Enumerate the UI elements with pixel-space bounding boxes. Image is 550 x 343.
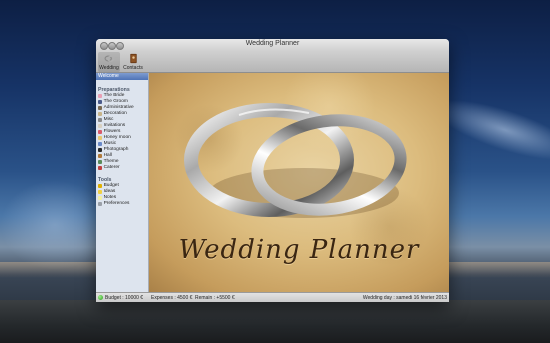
preferences-icon bbox=[98, 202, 102, 206]
wallpaper-cloud bbox=[0, 180, 110, 270]
bride-icon bbox=[98, 94, 102, 98]
decoration-icon bbox=[98, 112, 102, 116]
sidebar-item-label: Budget bbox=[103, 183, 119, 189]
sidebar-item-label: Administrative bbox=[103, 105, 134, 111]
sidebar-item-notes[interactable]: Notes bbox=[98, 195, 148, 201]
sidebar-item-label: Photograph bbox=[103, 147, 129, 153]
logo-text: Wedding Planner bbox=[178, 235, 420, 265]
budget-status: Budget : 10000 € bbox=[105, 295, 144, 301]
sidebar-item-administrative[interactable]: Administrative bbox=[98, 105, 148, 111]
sidebar-item-label: Flowers bbox=[103, 129, 121, 135]
status-bar: Budget : 10000 € Expenses : 4500 € Remai… bbox=[96, 292, 449, 302]
sidebar-item-label: Theme bbox=[103, 159, 119, 165]
sidebar-item-misc[interactable]: Misc bbox=[98, 117, 148, 123]
sidebar-item-flowers[interactable]: Flowers bbox=[98, 129, 148, 135]
sidebar-item-ideas[interactable]: Ideas bbox=[98, 189, 148, 195]
ideas-icon bbox=[98, 190, 102, 194]
sidebar-item-label: Hall bbox=[103, 153, 112, 159]
misc-icon bbox=[98, 118, 102, 122]
sidebar-item-label: Misc bbox=[103, 117, 114, 123]
camera-icon bbox=[98, 148, 102, 152]
toolbar-contacts-label: Contacts bbox=[123, 65, 143, 71]
app-window: Wedding Planner Wedding Contacts Welcome… bbox=[96, 39, 449, 302]
sidebar-item-theme[interactable]: Theme bbox=[98, 159, 148, 165]
sidebar-item-caterer[interactable]: Caterer bbox=[98, 165, 148, 171]
hall-icon bbox=[98, 154, 102, 158]
sidebar-item-preferences[interactable]: Preferences bbox=[98, 201, 148, 207]
remain-status: Remain : +5500 € bbox=[195, 295, 235, 301]
wedding-rings-image bbox=[184, 103, 407, 218]
invitations-icon bbox=[98, 124, 102, 128]
flowers-icon bbox=[98, 130, 102, 134]
sidebar-item-label: Preferences bbox=[103, 201, 130, 207]
music-icon bbox=[98, 142, 102, 146]
sidebar-item-label: Caterer bbox=[103, 165, 120, 171]
rings-icon bbox=[104, 55, 114, 62]
wallpaper-rocks bbox=[0, 300, 550, 343]
sidebar-item-photograph[interactable]: Photograph bbox=[98, 147, 148, 153]
sidebar-item-label: Music bbox=[103, 141, 117, 147]
sidebar-item-invitations[interactable]: Invitations bbox=[98, 123, 148, 129]
sidebar-item-label: The Groom bbox=[103, 99, 128, 105]
sidebar: Welcome Preparations The Bride The Groom… bbox=[96, 73, 149, 292]
address-book-icon bbox=[129, 53, 137, 64]
theme-icon bbox=[98, 160, 102, 164]
groom-icon bbox=[98, 100, 102, 104]
status-ok-icon bbox=[98, 295, 103, 300]
sidebar-item-decoration[interactable]: Decoration bbox=[98, 111, 148, 117]
admin-icon bbox=[98, 106, 102, 110]
welcome-panel: Wedding Planner bbox=[149, 73, 449, 292]
sidebar-item-label: The Bride bbox=[103, 93, 125, 99]
sidebar-item-label: Decoration bbox=[103, 111, 127, 117]
sidebar-item-the-bride[interactable]: The Bride bbox=[98, 93, 148, 99]
wedding-day-status: Wedding day : samedi 16 février 2013 bbox=[362, 295, 447, 301]
toolbar-contacts-button[interactable]: Contacts bbox=[122, 52, 144, 72]
sidebar-item-label: Honey moon bbox=[103, 135, 131, 141]
title-bar[interactable]: Wedding Planner bbox=[96, 39, 449, 51]
budget-icon bbox=[98, 184, 102, 188]
sidebar-item-hall[interactable]: Hall bbox=[98, 153, 148, 159]
sidebar-item-welcome[interactable]: Welcome bbox=[96, 73, 148, 80]
sidebar-item-music[interactable]: Music bbox=[98, 141, 148, 147]
expenses-status: Expenses : 4500 € bbox=[151, 295, 193, 301]
sidebar-item-the-groom[interactable]: The Groom bbox=[98, 99, 148, 105]
toolbar-wedding-button[interactable]: Wedding bbox=[98, 52, 120, 72]
window-title: Wedding Planner bbox=[245, 40, 300, 47]
sidebar-item-budget[interactable]: Budget bbox=[98, 183, 148, 189]
sidebar-item-label: Ideas bbox=[103, 189, 116, 195]
sidebar-item-label: Notes bbox=[103, 195, 117, 201]
notes-icon bbox=[98, 196, 102, 200]
honeymoon-icon bbox=[98, 136, 102, 140]
sidebar-item-honey-moon[interactable]: Honey moon bbox=[98, 135, 148, 141]
caterer-icon bbox=[98, 166, 102, 170]
toolbar-wedding-label: Wedding bbox=[99, 65, 119, 71]
toolbar: Wedding Contacts bbox=[96, 51, 449, 73]
sidebar-item-label: Invitations bbox=[103, 123, 126, 129]
